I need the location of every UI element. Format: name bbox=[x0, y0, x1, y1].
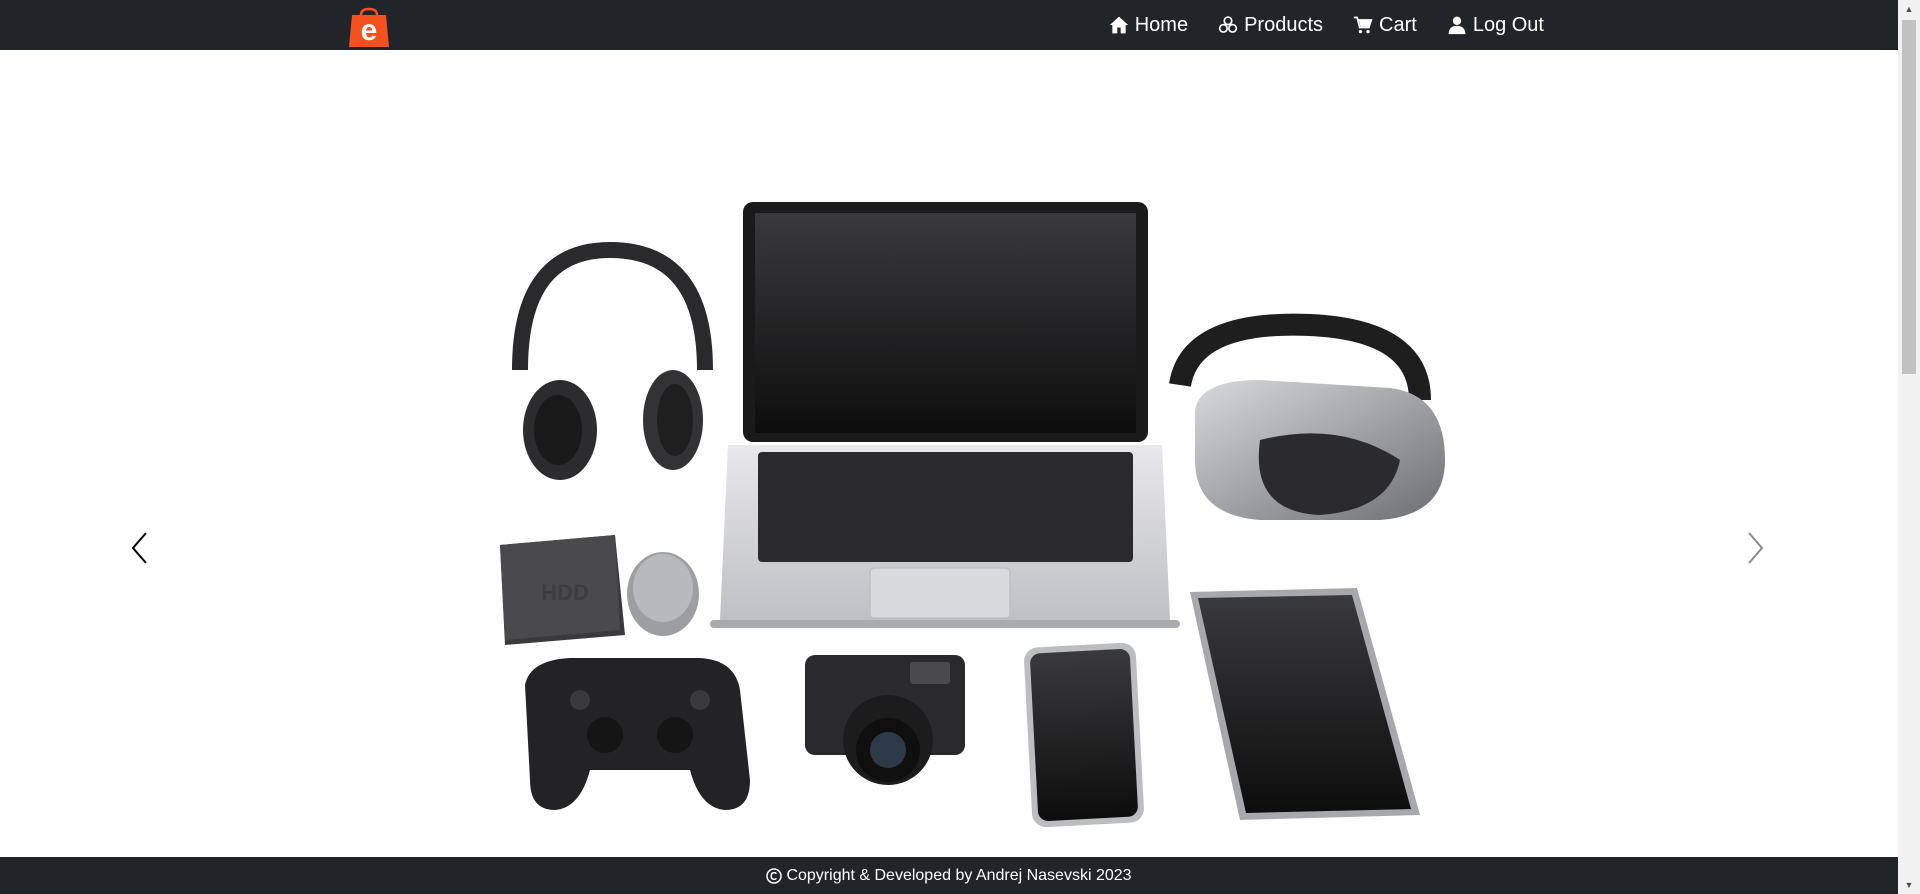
shopping-bag-logo-icon: e bbox=[349, 7, 389, 47]
nav-logout-link[interactable]: Log Out bbox=[1447, 14, 1544, 37]
cart-icon bbox=[1353, 16, 1373, 34]
mouse-image bbox=[627, 552, 699, 636]
laptop-image bbox=[710, 202, 1180, 628]
nav-home-link[interactable]: Home bbox=[1109, 14, 1188, 37]
hero-carousel: HDD bbox=[0, 50, 1898, 857]
nav-home-label: Home bbox=[1134, 13, 1189, 36]
camera-image bbox=[805, 655, 965, 785]
scroll-down-arrow-icon[interactable]: ▼ bbox=[1898, 876, 1920, 894]
logo-letter: e bbox=[361, 14, 378, 47]
svg-text:HDD: HDD bbox=[541, 580, 589, 605]
nav-products-label: Products bbox=[1244, 13, 1324, 36]
page-footer: Copyright & Developed by Andrej Nasevski… bbox=[0, 857, 1898, 894]
nav-products-link[interactable]: Products bbox=[1218, 14, 1323, 37]
scroll-up-arrow-icon[interactable]: ▲ bbox=[1898, 0, 1920, 18]
brand-logo[interactable]: e bbox=[347, 7, 391, 47]
footer-copyright-text: Copyright & Developed by Andrej Nasevski… bbox=[786, 866, 1132, 884]
carousel-next-button[interactable] bbox=[1735, 518, 1775, 578]
chevron-right-icon bbox=[1748, 532, 1764, 564]
scrollbar-thumb[interactable] bbox=[1902, 20, 1916, 374]
headphones-image bbox=[512, 241, 713, 480]
top-navbar: e Home Products Cart Log Out bbox=[0, 0, 1898, 50]
carousel-prev-button[interactable] bbox=[120, 518, 160, 578]
copyright-icon bbox=[766, 867, 783, 884]
nav-cart-link[interactable]: Cart bbox=[1353, 14, 1417, 37]
chevron-left-icon bbox=[131, 532, 147, 564]
smartphone-image bbox=[1024, 642, 1144, 828]
nav-cart-label: Cart bbox=[1379, 13, 1417, 36]
products-icon bbox=[1218, 16, 1238, 33]
gamepad-image bbox=[525, 658, 750, 810]
carousel-slide-electronics-image: HDD bbox=[500, 202, 1445, 828]
home-icon bbox=[1109, 16, 1128, 34]
vr-headset-image bbox=[1169, 313, 1445, 520]
hard-drive-image: HDD bbox=[500, 535, 625, 645]
vertical-scrollbar[interactable]: ▲ ▼ bbox=[1898, 0, 1920, 894]
user-icon bbox=[1448, 16, 1466, 35]
nav-links: Home Products Cart Log Out bbox=[1109, 0, 1544, 50]
tablet-image bbox=[1190, 588, 1420, 820]
nav-logout-label: Log Out bbox=[1472, 13, 1544, 36]
